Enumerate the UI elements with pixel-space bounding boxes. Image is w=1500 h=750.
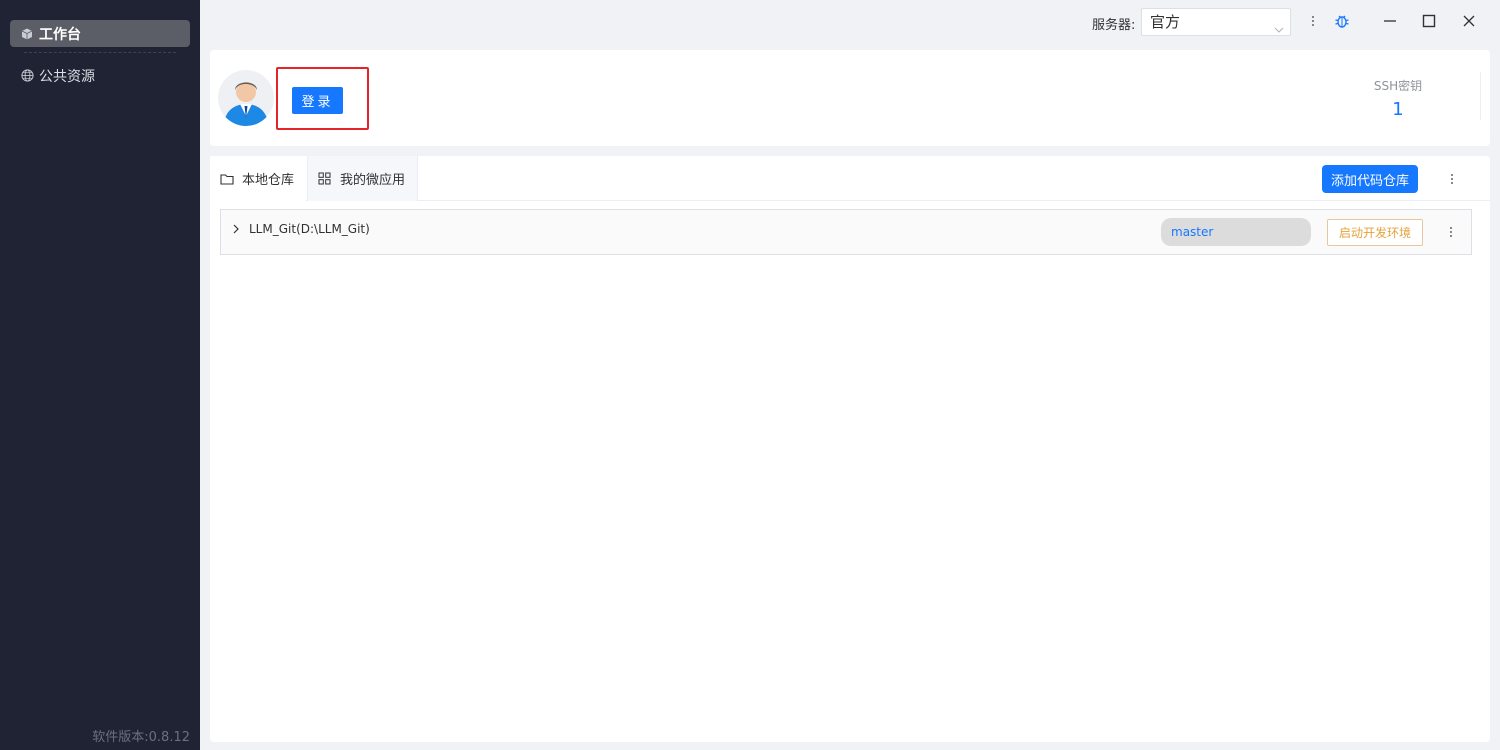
- more-vertical-icon[interactable]: [1445, 224, 1457, 240]
- maximize-icon[interactable]: [1420, 12, 1438, 30]
- more-vertical-icon[interactable]: [1304, 12, 1322, 30]
- repo-name: LLM_Git(D:\LLM_Git): [249, 222, 370, 236]
- server-select-value: 官方: [1150, 13, 1181, 31]
- start-dev-env-button[interactable]: 启动开发环境: [1327, 219, 1423, 246]
- chevron-right-icon[interactable]: [231, 223, 241, 235]
- tab-label: 我的微应用: [340, 173, 406, 188]
- server-select[interactable]: 官方: [1141, 8, 1291, 36]
- grid-icon: [318, 172, 332, 186]
- ssh-key-label: SSH密钥: [1373, 79, 1423, 93]
- more-vertical-icon[interactable]: [1446, 171, 1458, 187]
- tab-local-repos[interactable]: 本地仓库: [210, 156, 306, 201]
- tab-bar: 本地仓库 我的微应用 添加代码仓库: [210, 156, 1490, 201]
- tab-label: 本地仓库: [242, 173, 295, 188]
- sidebar: 工作台 公共资源 软件版本:0.8.12: [0, 0, 200, 750]
- sidebar-item-label: 工作台: [39, 26, 81, 43]
- sidebar-item-public-resources[interactable]: 公共资源: [10, 62, 190, 89]
- cube-icon: [20, 27, 34, 41]
- repo-row[interactable]: LLM_Git(D:\LLM_Git) master 启动开发环境: [220, 209, 1472, 255]
- ssh-key-count[interactable]: 1: [1368, 99, 1428, 120]
- server-label: 服务器:: [1092, 18, 1136, 33]
- title-bar: 服务器: 官方: [200, 0, 1500, 42]
- branch-badge[interactable]: master: [1161, 218, 1311, 246]
- bug-icon[interactable]: [1333, 12, 1351, 30]
- tab-my-micro-apps[interactable]: 我的微应用: [307, 156, 418, 201]
- repository-panel: 本地仓库 我的微应用 添加代码仓库 LLM_Git(D:\LLM_Git) ma…: [210, 156, 1490, 742]
- folder-icon: [220, 172, 234, 186]
- minimize-icon[interactable]: [1381, 12, 1399, 30]
- close-icon[interactable]: [1460, 12, 1478, 30]
- avatar: [218, 70, 274, 126]
- divider: [1480, 72, 1481, 120]
- globe-icon: [20, 69, 34, 83]
- add-repository-button[interactable]: 添加代码仓库: [1322, 165, 1418, 193]
- chevron-down-icon: [1274, 17, 1284, 33]
- sidebar-item-label: 公共资源: [39, 68, 95, 85]
- login-button[interactable]: 登录: [292, 87, 343, 114]
- user-card: 登录 SSH密钥 1: [210, 50, 1490, 146]
- sidebar-item-workbench[interactable]: 工作台: [10, 20, 190, 47]
- sidebar-divider: [24, 52, 176, 53]
- version-label: 软件版本:0.8.12: [92, 730, 190, 745]
